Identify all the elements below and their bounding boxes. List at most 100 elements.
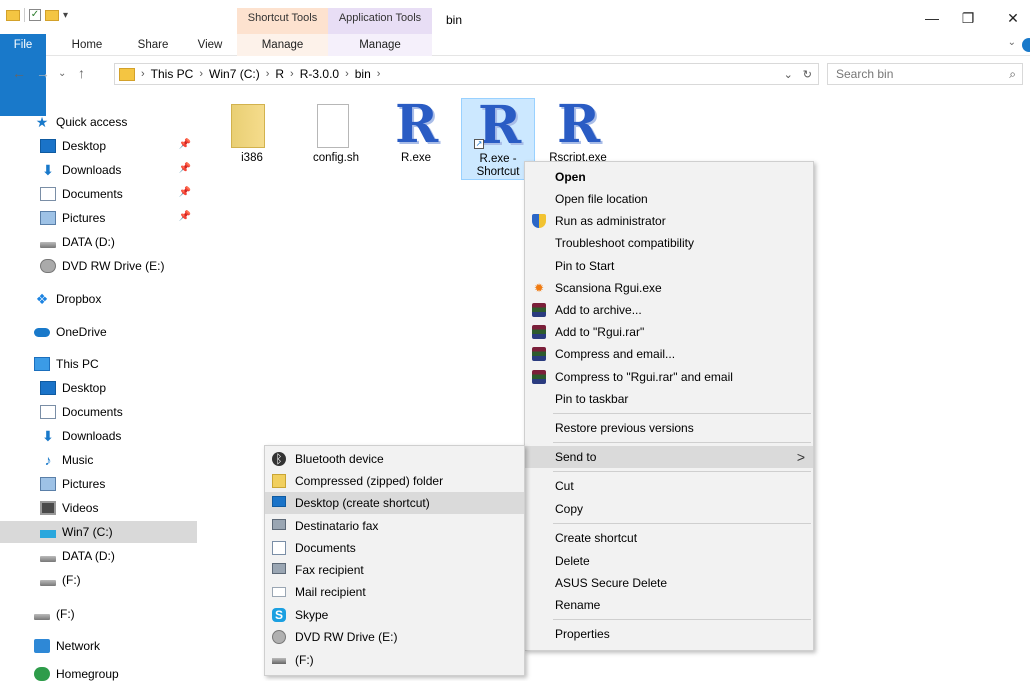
properties-icon[interactable]: ✓ xyxy=(29,9,41,21)
nav-downloads-pinned[interactable]: ⬇ Downloads 📌 xyxy=(0,159,197,181)
tab-manage-shortcut[interactable]: Manage xyxy=(237,34,328,56)
sendto-zip[interactable]: Compressed (zipped) folder xyxy=(265,470,524,492)
sendto-bluetooth[interactable]: ᛒ Bluetooth device xyxy=(265,448,524,470)
menu-send-to[interactable]: Send to > xyxy=(525,446,813,468)
menu-run-as-admin[interactable]: Run as administrator xyxy=(525,210,813,232)
nav-network[interactable]: Network xyxy=(0,635,197,657)
sendto-mail-recipient[interactable]: Mail recipient xyxy=(265,581,524,603)
tab-share[interactable]: Share xyxy=(128,34,178,56)
menu-cut[interactable]: Cut xyxy=(525,475,813,497)
sendto-dvd-drive[interactable]: DVD RW Drive (E:) xyxy=(265,626,524,648)
nav-data-drive-2[interactable]: DATA (D:) xyxy=(0,545,197,567)
nav-videos[interactable]: Videos xyxy=(0,497,197,519)
breadcrumb-r-version[interactable]: R-3.0.0 xyxy=(300,67,339,81)
nav-music[interactable]: ♪ Music xyxy=(0,449,197,471)
nav-desktop-pinned[interactable]: Desktop 📌 xyxy=(0,135,197,157)
nav-win7-drive[interactable]: Win7 (C:) xyxy=(0,521,197,543)
nav-documents[interactable]: Documents xyxy=(0,401,197,423)
nav-f-drive[interactable]: (F:) xyxy=(0,569,197,591)
pin-icon[interactable]: 📌 xyxy=(179,163,191,174)
menu-delete[interactable]: Delete xyxy=(525,550,813,572)
file-item-i386[interactable]: i386 xyxy=(215,98,289,180)
restore-button[interactable]: ❐ xyxy=(953,8,983,28)
breadcrumb-r[interactable]: R xyxy=(275,67,284,81)
nav-dvd-drive[interactable]: DVD RW Drive (E:) xyxy=(0,255,197,277)
chevron-right-icon[interactable]: › xyxy=(266,68,270,80)
menu-rename[interactable]: Rename xyxy=(525,594,813,616)
nav-homegroup[interactable]: Homegroup xyxy=(0,666,197,681)
back-icon[interactable]: ← xyxy=(12,65,26,81)
nav-label: OneDrive xyxy=(56,325,107,339)
menu-add-to-rar[interactable]: Add to "Rgui.rar" xyxy=(525,321,813,343)
menu-copy[interactable]: Copy xyxy=(525,498,813,520)
menu-compress-rar-email[interactable]: Compress to "Rgui.rar" and email xyxy=(525,366,813,388)
menu-pin-to-start[interactable]: Pin to Start xyxy=(525,255,813,277)
sendto-f-drive[interactable]: (F:) xyxy=(265,649,524,671)
file-item-config[interactable]: config.sh xyxy=(299,98,373,180)
winrar-icon xyxy=(532,303,546,317)
nav-label: DATA (D:) xyxy=(62,235,115,249)
menu-open-file-location[interactable]: Open file location xyxy=(525,188,813,210)
sendto-desktop[interactable]: Desktop (create shortcut) xyxy=(265,492,524,514)
mail-icon xyxy=(272,587,286,597)
tab-home[interactable]: Home xyxy=(62,34,112,56)
sendto-documents[interactable]: Documents xyxy=(265,537,524,559)
folder-icon[interactable] xyxy=(6,9,20,21)
tab-manage-application[interactable]: Manage xyxy=(328,34,432,56)
recent-locations-icon[interactable]: ⌄ xyxy=(58,68,66,79)
menu-add-to-archive[interactable]: Add to archive... xyxy=(525,299,813,321)
nav-data-drive[interactable]: DATA (D:) xyxy=(0,231,197,253)
breadcrumb-bin[interactable]: bin xyxy=(355,67,371,81)
menu-pin-to-taskbar[interactable]: Pin to taskbar xyxy=(525,388,813,410)
nav-onedrive[interactable]: OneDrive xyxy=(0,321,197,343)
menu-restore-versions[interactable]: Restore previous versions xyxy=(525,417,813,439)
menu-label: Add to "Rgui.rar" xyxy=(555,325,645,339)
chevron-right-icon[interactable]: › xyxy=(141,68,145,80)
search-icon[interactable]: ⌕ xyxy=(1009,64,1016,84)
nav-quick-access[interactable]: ★ Quick access xyxy=(34,111,197,133)
sendto-fax-recipient[interactable]: Fax recipient xyxy=(265,559,524,581)
search-input[interactable]: Search bin ⌕ xyxy=(827,63,1023,85)
close-button[interactable]: ✕ xyxy=(998,8,1028,28)
refresh-icon[interactable]: ↻ xyxy=(803,68,812,81)
winrar-icon xyxy=(532,347,546,361)
menu-compress-email[interactable]: Compress and email... xyxy=(525,343,813,365)
new-folder-icon[interactable] xyxy=(45,9,59,21)
chevron-right-icon[interactable]: › xyxy=(345,68,349,80)
file-item-r-exe[interactable]: R R.exe xyxy=(379,98,453,180)
nav-dropbox[interactable]: ❖ Dropbox xyxy=(0,288,197,310)
file-item-rscript[interactable]: R Rscript.exe xyxy=(541,98,615,168)
minimize-button[interactable]: — xyxy=(917,8,947,28)
nav-this-pc[interactable]: This PC xyxy=(0,353,197,375)
customize-toolbar-icon[interactable]: ▾ xyxy=(63,10,68,21)
help-icon[interactable] xyxy=(1022,38,1030,52)
nav-pictures-pinned[interactable]: Pictures 📌 xyxy=(0,207,197,229)
breadcrumb-this-pc[interactable]: This PC xyxy=(151,67,194,81)
pin-icon[interactable]: 📌 xyxy=(179,187,191,198)
breadcrumb-win7[interactable]: Win7 (C:) xyxy=(209,67,260,81)
sendto-destinatario-fax[interactable]: Destinatario fax xyxy=(265,515,524,537)
menu-open[interactable]: Open xyxy=(525,166,813,188)
chevron-right-icon[interactable]: › xyxy=(377,68,381,80)
nav-downloads[interactable]: ⬇ Downloads xyxy=(0,425,197,447)
sendto-skype[interactable]: S Skype xyxy=(265,604,524,626)
nav-f-drive-root[interactable]: (F:) xyxy=(0,603,197,625)
chevron-right-icon[interactable]: › xyxy=(199,68,203,80)
expand-ribbon-icon[interactable]: ⌄ xyxy=(1008,37,1016,48)
up-icon[interactable]: ↑ xyxy=(78,65,85,81)
menu-asus-secure-delete[interactable]: ASUS Secure Delete xyxy=(525,572,813,594)
tab-view[interactable]: View xyxy=(188,34,232,56)
address-dropdown-icon[interactable]: ⌄ xyxy=(784,68,793,81)
pin-icon[interactable]: 📌 xyxy=(179,211,191,222)
address-bar[interactable]: › This PC › Win7 (C:) › R › R-3.0.0 › bi… xyxy=(114,63,819,85)
forward-icon[interactable]: → xyxy=(36,65,50,81)
menu-troubleshoot[interactable]: Troubleshoot compatibility xyxy=(525,232,813,254)
nav-pictures[interactable]: Pictures xyxy=(0,473,197,495)
menu-create-shortcut[interactable]: Create shortcut xyxy=(525,527,813,549)
pin-icon[interactable]: 📌 xyxy=(179,139,191,150)
menu-scan[interactable]: ✹ Scansiona Rgui.exe xyxy=(525,277,813,299)
nav-desktop[interactable]: Desktop xyxy=(0,377,197,399)
menu-properties[interactable]: Properties xyxy=(525,623,813,645)
nav-documents-pinned[interactable]: Documents 📌 xyxy=(0,183,197,205)
chevron-right-icon[interactable]: › xyxy=(290,68,294,80)
